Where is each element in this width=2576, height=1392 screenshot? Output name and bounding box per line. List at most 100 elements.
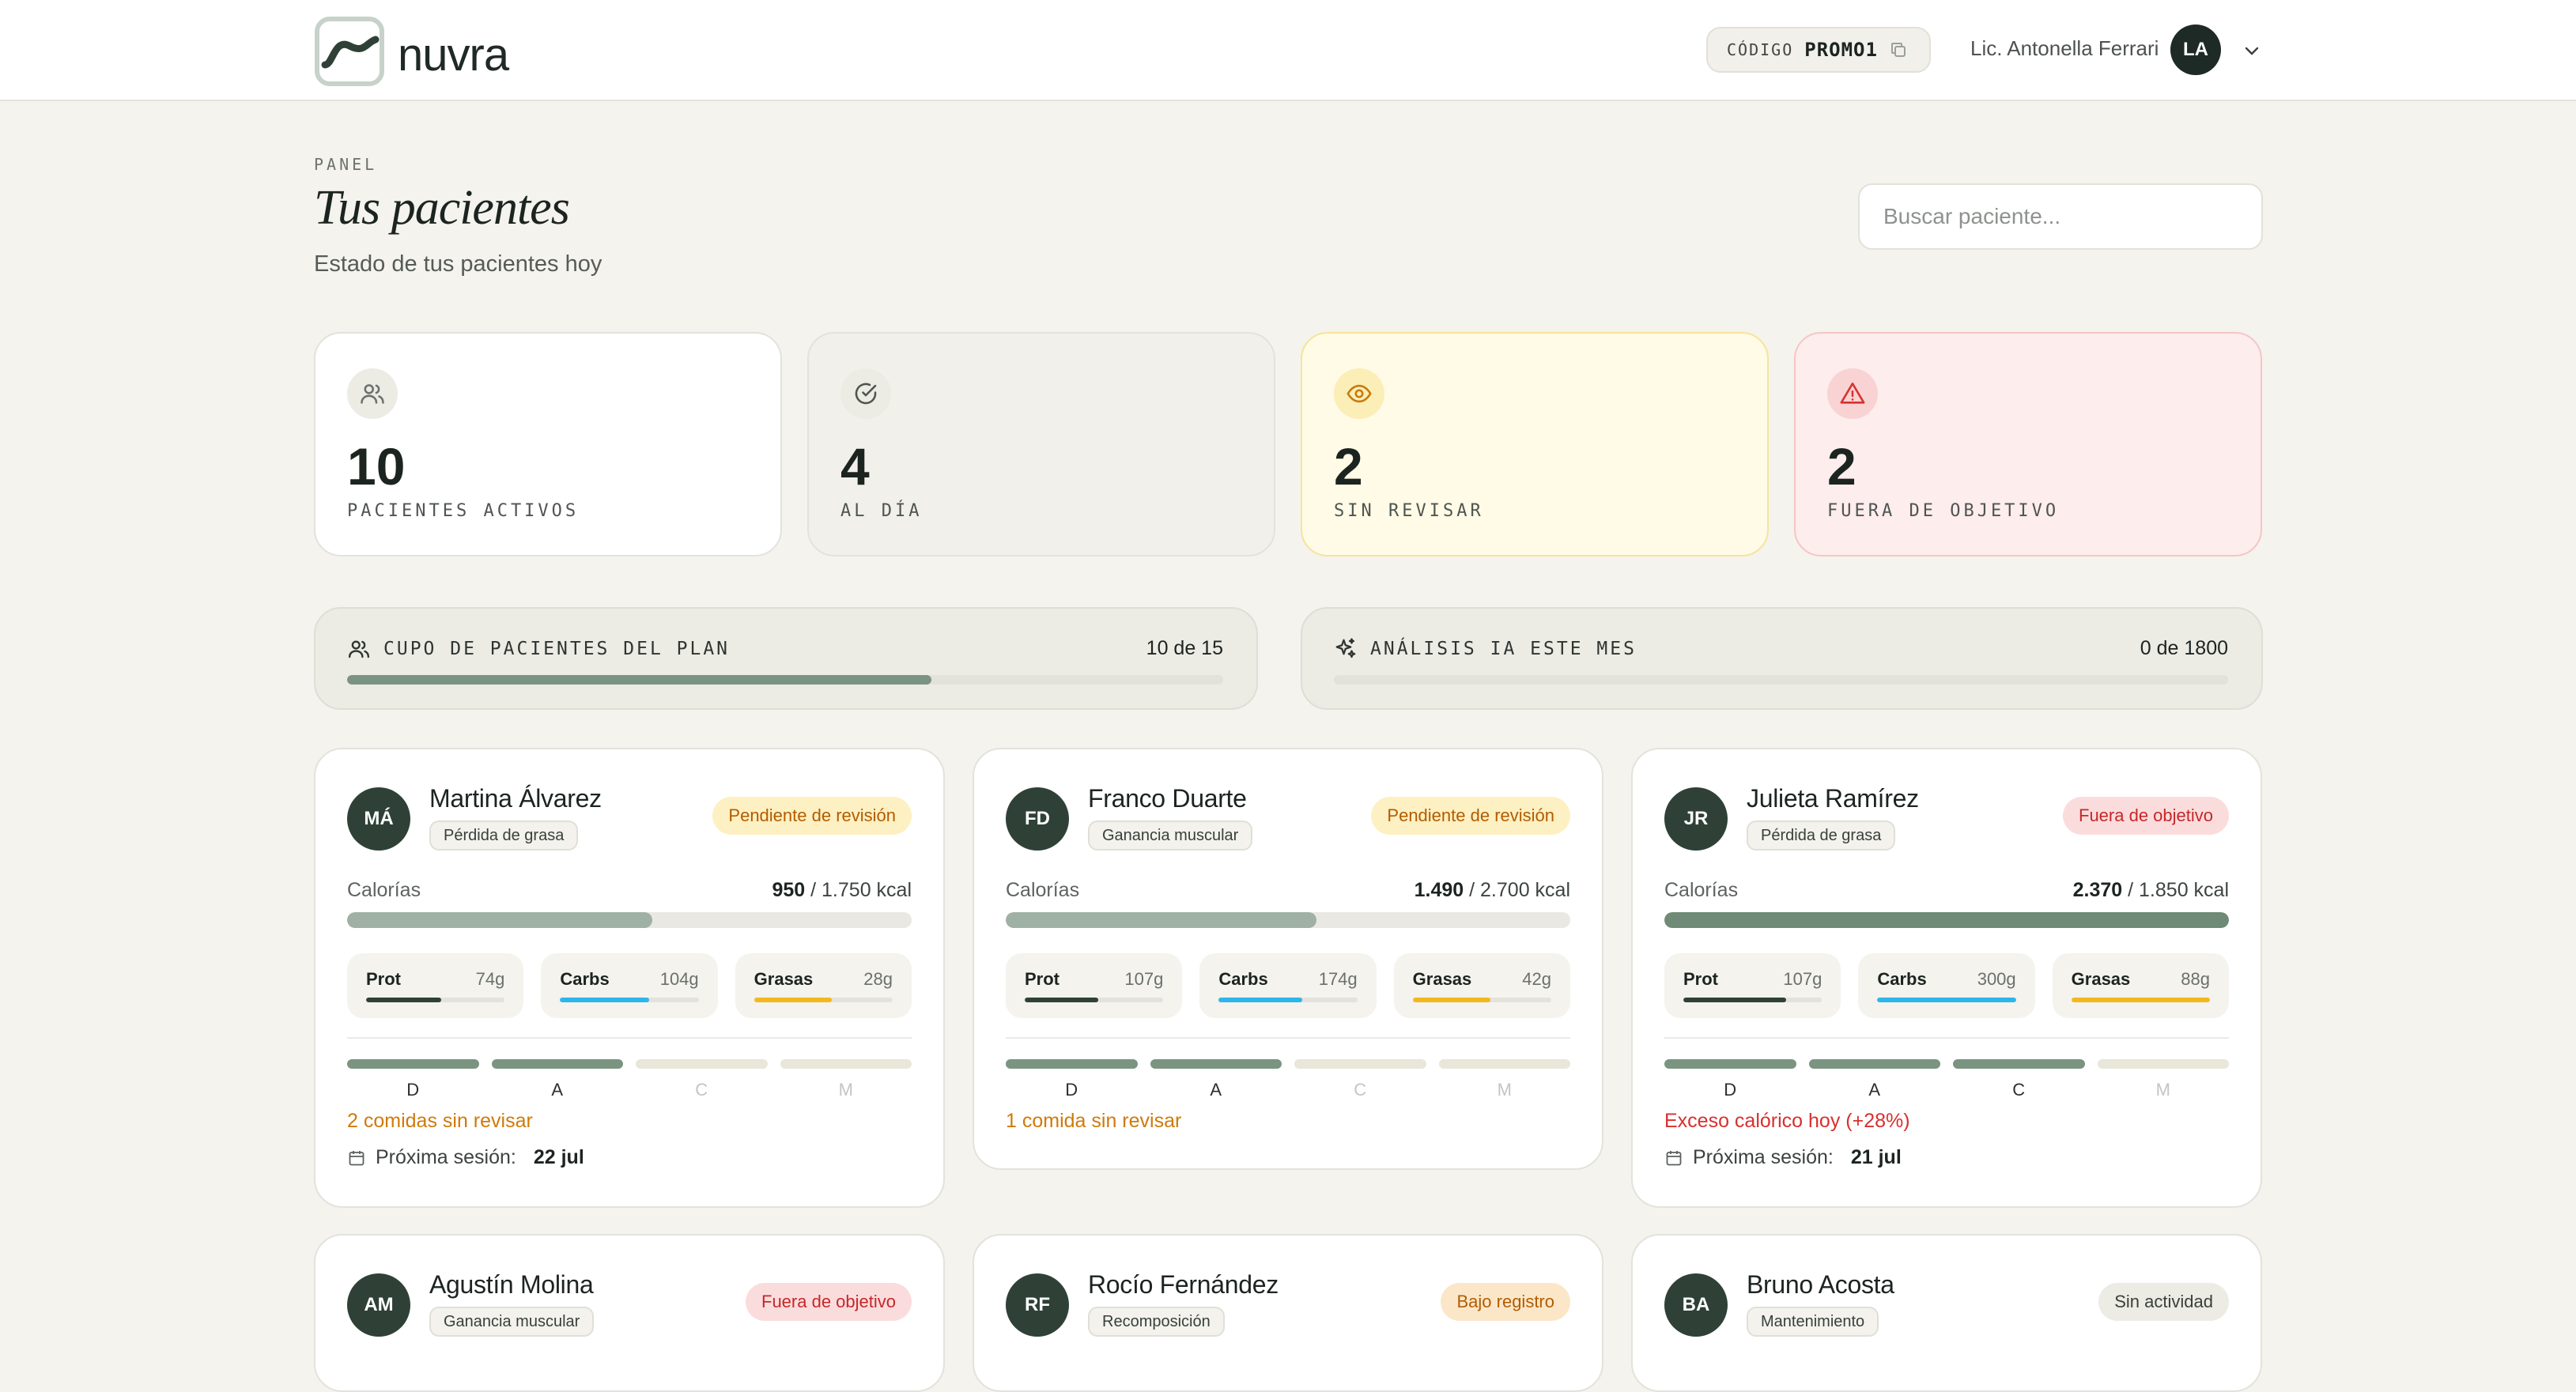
stat-card-active[interactable]: 10 PACIENTES ACTIVOS: [314, 332, 782, 556]
copy-icon[interactable]: [1889, 40, 1908, 59]
meal-bar: [1953, 1059, 2085, 1069]
macro-name: Carbs: [1218, 969, 1268, 989]
patient-name[interactable]: Rocío Fernández: [1088, 1270, 1279, 1300]
meals-row: D A C M: [347, 1059, 912, 1100]
divider: [347, 1037, 912, 1039]
patient-name[interactable]: Franco Duarte: [1088, 784, 1247, 813]
macro-name: Prot: [1025, 969, 1059, 989]
macros-row: Prot 107g Carbs 174g Grasas 42g: [1006, 953, 1570, 1018]
meal-bar: [780, 1059, 912, 1069]
meal-bar: [347, 1059, 479, 1069]
chevron-down-icon[interactable]: [2242, 41, 2261, 60]
patient-name[interactable]: Bruno Acosta: [1747, 1270, 1894, 1300]
patient-card[interactable]: MÁ Martina Álvarez Pérdida de grasa Pend…: [314, 748, 945, 1208]
calories-label: Calorías: [347, 879, 421, 901]
macros-row: Prot 74g Carbs 104g Grasas 28g: [347, 953, 912, 1018]
patient-card[interactable]: RF Rocío Fernández Recomposición Bajo re…: [973, 1234, 1603, 1392]
logo[interactable]: nuvra: [314, 16, 509, 87]
meal-bar: [1808, 1059, 1940, 1069]
macro-value: 88g: [2181, 969, 2210, 989]
stat-value: 4: [840, 437, 870, 496]
ai-analysis-quota-card: ANÁLISIS IA ESTE MES 0 de 1800: [1301, 607, 2263, 710]
meal-slot: C: [636, 1059, 768, 1100]
divider: [1006, 1037, 1570, 1039]
meal-slot: A: [1150, 1059, 1282, 1100]
macro-fill: [754, 998, 832, 1002]
calories-progress-fill: [1006, 912, 1316, 928]
patient-name[interactable]: Martina Álvarez: [429, 784, 602, 813]
calories-progress-track: [1006, 912, 1570, 928]
stat-card-on-track[interactable]: 4 AL DÍA: [807, 332, 1275, 556]
calories-progress-fill: [1664, 912, 2229, 928]
macro-name: Prot: [366, 969, 401, 989]
calories-label: Calorías: [1006, 879, 1080, 901]
macro-track: [2071, 998, 2210, 1002]
patient-avatar: BA: [1664, 1273, 1728, 1337]
meal-slot: D: [1006, 1059, 1138, 1100]
macro-fill: [560, 998, 649, 1002]
macro-track: [1412, 998, 1551, 1002]
quota-value: 10 de 15: [1146, 637, 1223, 659]
patient-card[interactable]: JR Julieta Ramírez Pérdida de grasa Fuer…: [1631, 748, 2262, 1208]
macro-fill: [366, 998, 441, 1002]
meal-bar: [636, 1059, 768, 1069]
macro-name: Carbs: [560, 969, 610, 989]
macro-carbs: Carbs 174g: [1199, 953, 1377, 1018]
calories-value: 1.490 / 2.700 kcal: [1415, 879, 1570, 902]
search-input[interactable]: [1858, 183, 2263, 250]
patient-card[interactable]: AM Agustín Molina Ganancia muscular Fuer…: [314, 1234, 945, 1392]
calories-goal: / 1.850 kcal: [2128, 879, 2229, 901]
macro-name: Grasas: [754, 969, 814, 989]
macro-name: Grasas: [2071, 969, 2131, 989]
stat-card-unreviewed[interactable]: 2 SIN REVISAR: [1301, 332, 1769, 556]
user-name[interactable]: Lic. Antonella Ferrari: [1970, 36, 2159, 61]
macro-value: 300g: [1977, 969, 2016, 989]
macro-name: Carbs: [1877, 969, 1927, 989]
nuvra-logo-icon: [315, 17, 384, 86]
macro-track: [560, 998, 699, 1002]
quota-progress-track: [1334, 675, 2228, 685]
macro-track: [1025, 998, 1164, 1002]
meal-letter: M: [838, 1080, 853, 1100]
patient-name[interactable]: Agustín Molina: [429, 1270, 594, 1300]
next-session: Próxima sesión: 21 jul: [1664, 1146, 1902, 1169]
calories-goal: / 2.700 kcal: [1469, 879, 1570, 901]
macro-carbs: Carbs 104g: [541, 953, 718, 1018]
user-avatar[interactable]: LA: [2170, 25, 2221, 75]
macro-value: 42g: [1522, 969, 1551, 989]
quota-progress-fill: [347, 675, 932, 685]
meal-slot: A: [491, 1059, 623, 1100]
calories-progress-track: [347, 912, 912, 928]
patient-card[interactable]: BA Bruno Acosta Mantenimiento Sin activi…: [1631, 1234, 2262, 1392]
stat-card-off-target[interactable]: 2 FUERA DE OBJETIVO: [1794, 332, 2262, 556]
meal-bar: [491, 1059, 623, 1069]
promo-code-pill[interactable]: CÓDIGO PROMO1: [1706, 27, 1931, 73]
stat-label: SIN REVISAR: [1334, 501, 1484, 521]
code-value: PROMO1: [1804, 39, 1878, 61]
patient-avatar: MÁ: [347, 787, 410, 851]
next-session-date: 21 jul: [1850, 1146, 1902, 1168]
macros-row: Prot 107g Carbs 300g Grasas 88g: [1664, 953, 2229, 1018]
macro-track: [1877, 998, 2016, 1002]
next-session-label: Próxima sesión:: [1693, 1146, 1834, 1168]
macro-track: [1218, 998, 1358, 1002]
macro-fill: [1683, 998, 1786, 1002]
macro-fill: [1877, 998, 2016, 1002]
macro-value: 104g: [659, 969, 699, 989]
macro-fill: [1218, 998, 1302, 1002]
code-label: CÓDIGO: [1727, 40, 1794, 59]
calories-value: 2.370 / 1.850 kcal: [2073, 879, 2229, 902]
divider: [1664, 1037, 2229, 1039]
status-badge: Fuera de objetivo: [746, 1283, 912, 1321]
page-subtitle: Estado de tus pacientes hoy: [314, 251, 602, 277]
calories-consumed: 2.370: [2072, 879, 2123, 901]
stat-label: AL DÍA: [840, 501, 923, 521]
patient-avatar: JR: [1664, 787, 1728, 851]
quota-progress-track: [347, 675, 1223, 685]
meal-bar: [2097, 1059, 2229, 1069]
meal-letter: D: [1065, 1080, 1078, 1100]
macro-fat: Grasas 28g: [735, 953, 912, 1018]
patient-name[interactable]: Julieta Ramírez: [1747, 784, 1919, 813]
quota-label: ANÁLISIS IA ESTE MES: [1370, 639, 1637, 659]
patient-card[interactable]: FD Franco Duarte Ganancia muscular Pendi…: [973, 748, 1603, 1170]
